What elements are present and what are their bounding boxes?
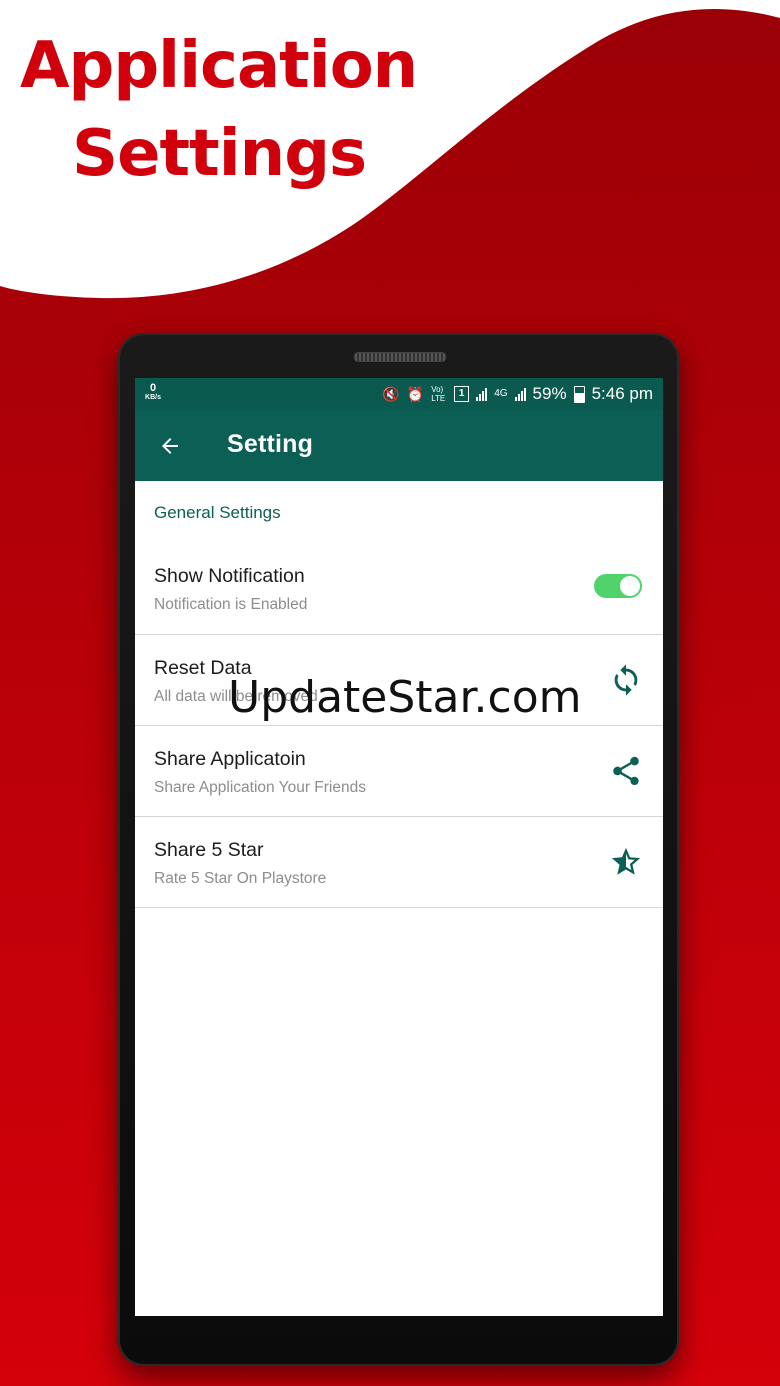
app-toolbar: Setting <box>135 410 663 481</box>
setting-row-share-5-star[interactable]: Share 5 Star Rate 5 Star On Playstore <box>135 817 663 908</box>
sim-indicator: 1 <box>454 386 470 402</box>
network-type: 4G <box>494 388 508 399</box>
promo-title-line-1: Application <box>20 29 418 103</box>
alarm-icon: ⏰ <box>406 386 425 402</box>
phone-frame: 0 KB/s 🔇 ⏰ Vo) LTE 1 4G 59% 5:46 pm Sett… <box>118 333 679 1366</box>
refresh-icon[interactable] <box>609 663 643 697</box>
setting-row-show-notification[interactable]: Show Notification Notification is Enable… <box>135 543 663 635</box>
status-icons: 🔇 ⏰ Vo) LTE 1 4G 59% 5:46 pm <box>382 378 653 410</box>
promo-title-line-2: Settings <box>72 117 367 191</box>
phone-screen: 0 KB/s 🔇 ⏰ Vo) LTE 1 4G 59% 5:46 pm Sett… <box>135 378 663 1316</box>
setting-title: Share Applicatoin <box>154 748 306 770</box>
setting-title: Share 5 Star <box>154 839 264 861</box>
phone-speaker <box>354 352 446 362</box>
star-half-icon[interactable] <box>609 845 643 879</box>
setting-title: Show Notification <box>154 565 305 587</box>
signal-icon <box>476 387 488 401</box>
arrow-left-icon[interactable] <box>157 434 183 458</box>
battery-percent: 59% <box>532 384 567 403</box>
network-speed: 0 KB/s <box>143 383 163 403</box>
toggle-knob <box>620 576 640 596</box>
share-icon[interactable] <box>609 754 643 788</box>
status-bar: 0 KB/s 🔇 ⏰ Vo) LTE 1 4G 59% 5:46 pm <box>135 378 663 410</box>
promo-title: Application Settings <box>20 22 420 198</box>
battery-icon <box>573 385 585 403</box>
network-speed-unit: KB/s <box>145 394 161 401</box>
watermark-text: UpdateStar.com <box>228 672 582 723</box>
setting-subtitle: Rate 5 Star On Playstore <box>154 870 327 887</box>
section-header-general: General Settings <box>154 503 281 522</box>
toolbar-title: Setting <box>227 430 314 458</box>
setting-subtitle: Notification is Enabled <box>154 596 308 613</box>
status-time: 5:46 pm <box>591 384 653 403</box>
signal-2-icon <box>514 387 526 401</box>
notification-toggle[interactable] <box>594 574 642 598</box>
setting-subtitle: Share Application Your Friends <box>154 779 366 796</box>
volte-indicator: Vo) LTE <box>431 385 446 403</box>
setting-row-share-application[interactable]: Share Applicatoin Share Application Your… <box>135 726 663 817</box>
mute-icon: 🔇 <box>382 386 400 402</box>
